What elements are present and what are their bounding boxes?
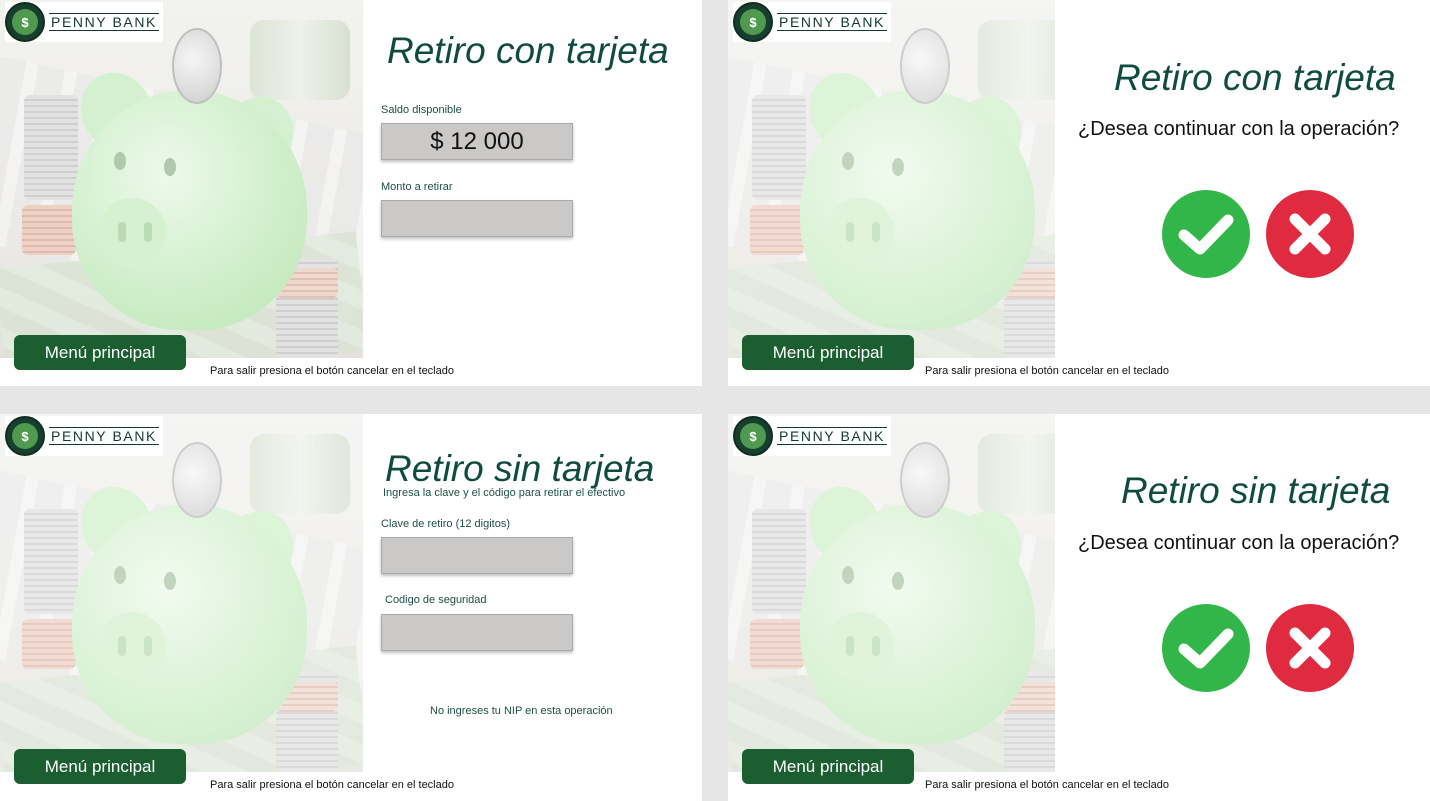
balance-display: $ 12 000 [381, 123, 573, 160]
dollar-logo-icon: $ [733, 416, 773, 456]
brand-name: PENNY BANK [49, 13, 159, 31]
withdraw-code-label: Clave de retiro (12 digitos) [381, 518, 511, 530]
withdraw-with-card-confirm-screen: $ PENNY BANK Retiro con tarjeta ¿Desea c… [728, 0, 1430, 386]
security-code-input[interactable] [381, 614, 573, 651]
exit-hint: Para salir presiona el botón cancelar en… [210, 365, 454, 377]
brand-name: PENNY BANK [777, 13, 887, 31]
cancel-button[interactable] [1266, 190, 1354, 278]
security-code-label: Codigo de seguridad [385, 594, 487, 606]
x-icon [1289, 213, 1331, 255]
main-menu-button[interactable]: Menú principal [742, 749, 914, 784]
accept-button[interactable] [1162, 190, 1250, 278]
penny-bank-logo: $ PENNY BANK [733, 2, 891, 42]
balance-label: Saldo disponible [381, 104, 462, 116]
page-title: Retiro con tarjeta [1114, 57, 1396, 98]
main-menu-button[interactable]: Menú principal [14, 335, 186, 370]
amount-input[interactable] [381, 200, 573, 237]
piggy-bank-image [0, 0, 363, 358]
pin-warning: No ingreses tu NIP en esta operación [430, 705, 613, 717]
withdraw-with-card-form-screen: $ PENNY BANK Retiro con tarjeta Saldo di… [0, 0, 702, 386]
accept-button[interactable] [1162, 604, 1250, 692]
piggy-bank-image [728, 414, 1055, 772]
piggy-bank-image [0, 414, 363, 772]
dollar-logo-icon: $ [733, 2, 773, 42]
withdraw-code-input[interactable] [381, 537, 573, 574]
dollar-logo-icon: $ [5, 2, 45, 42]
main-menu-button[interactable]: Menú principal [14, 749, 186, 784]
check-icon [1178, 628, 1234, 669]
penny-bank-logo: $ PENNY BANK [733, 416, 891, 456]
penny-bank-logo: $ PENNY BANK [5, 2, 163, 42]
confirm-question: ¿Desea continuar con la operación? [1078, 118, 1400, 140]
exit-hint: Para salir presiona el botón cancelar en… [925, 779, 1169, 791]
withdraw-without-card-confirm-screen: $ PENNY BANK Retiro sin tarjeta ¿Desea c… [728, 414, 1430, 801]
check-icon [1178, 214, 1234, 255]
amount-label: Monto a retirar [381, 181, 453, 193]
main-menu-button[interactable]: Menú principal [742, 335, 914, 370]
cancel-button[interactable] [1266, 604, 1354, 692]
exit-hint: Para salir presiona el botón cancelar en… [925, 365, 1169, 377]
page-title: Retiro sin tarjeta [385, 448, 655, 489]
page-subtitle: Ingresa la clave y el código para retira… [383, 487, 626, 499]
page-title: Retiro con tarjeta [387, 30, 669, 71]
confirm-question: ¿Desea continuar con la operación? [1078, 532, 1400, 554]
withdraw-without-card-form-screen: $ PENNY BANK Retiro sin tarjeta Ingresa … [0, 414, 702, 801]
penny-bank-logo: $ PENNY BANK [5, 416, 163, 456]
dollar-logo-icon: $ [5, 416, 45, 456]
brand-name: PENNY BANK [777, 427, 887, 445]
page-title: Retiro sin tarjeta [1121, 470, 1391, 511]
brand-name: PENNY BANK [49, 427, 159, 445]
piggy-bank-image [728, 0, 1055, 358]
x-icon [1289, 627, 1331, 669]
exit-hint: Para salir presiona el botón cancelar en… [210, 779, 454, 791]
